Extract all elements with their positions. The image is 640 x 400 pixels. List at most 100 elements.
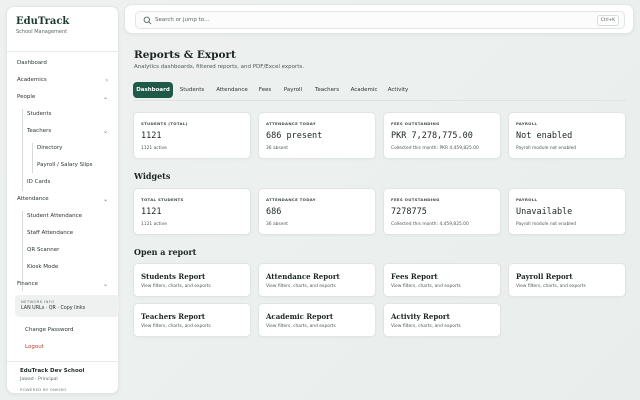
report-title: Fees Report: [391, 272, 438, 281]
chevron-icon: ⌄: [102, 128, 108, 135]
sidebar-item[interactable]: Payroll / Salary Slips: [11, 157, 116, 174]
report-title: Teachers Report: [141, 312, 206, 321]
chevron-icon: ⌄: [102, 94, 108, 101]
page-subtitle: Analytics dashboards, filtered reports, …: [134, 64, 305, 70]
sidebar-item-label: Staff Attendance: [27, 230, 74, 236]
report-title: Academic Report: [266, 312, 334, 321]
report-description: View filters, charts, and exports: [391, 284, 461, 289]
sidebar-item-label: Teachers: [27, 128, 52, 134]
tab-payroll[interactable]: Payroll: [278, 82, 308, 98]
stat-value: 7278775: [391, 207, 427, 217]
network-info-label: NETWORK INFO: [21, 299, 55, 304]
school-name: EduTrack Dev School: [20, 368, 85, 374]
powered-by: POWERED BY ONKIRO: [20, 387, 67, 392]
sidebar-item[interactable]: Student Attendance: [11, 208, 116, 225]
stat-note: 36 absent: [266, 146, 288, 151]
network-info[interactable]: NETWORK INFO LAN URLs · QR · Copy links: [15, 295, 119, 317]
sidebar-item-label: Student Attendance: [27, 213, 83, 219]
sidebar-item[interactable]: People ⌄: [11, 89, 116, 106]
sidebar-item[interactable]: QR Scanner: [11, 242, 116, 259]
report-card[interactable]: Attendance Report View filters, charts, a…: [258, 263, 376, 297]
sidebar-item-label: Students: [27, 111, 52, 117]
report-title: Payroll Report: [516, 272, 573, 281]
search-placeholder: Search or jump to…: [155, 17, 210, 23]
page-title: Reports & Export: [134, 49, 236, 61]
app-title: EduTrack: [16, 16, 70, 27]
report-card[interactable]: Fees Report View filters, charts, and exp…: [383, 263, 501, 297]
stat-note: 1121 active: [141, 146, 167, 151]
network-info-value: LAN URLs · QR · Copy links: [21, 306, 86, 311]
sidebar-item[interactable]: Students: [11, 106, 116, 123]
stat-label: PAYROLL: [516, 121, 538, 126]
sidebar-item-label: Academics: [17, 77, 47, 83]
stat-label: FEES OUTSTANDING: [391, 197, 440, 202]
sidebar-item-label: Payroll / Salary Slips: [37, 162, 93, 168]
sidebar-item-label: ID Cards: [27, 179, 51, 185]
chevron-icon: ⌄: [102, 281, 108, 288]
brand: EduTrack School Management: [16, 16, 69, 35]
tab-attendance[interactable]: Attendance: [212, 82, 252, 98]
sidebar-item-label: Dashboard: [17, 60, 47, 66]
report-card[interactable]: Academic Report View filters, charts, and…: [258, 303, 376, 337]
stat-value: Unavailable: [516, 207, 573, 217]
tab-students[interactable]: Students: [175, 82, 209, 98]
stat-note: Collected this month: 4,459,825.00: [391, 222, 469, 227]
stat-card: PAYROLL Unavailable Payroll module not ena…: [508, 188, 626, 235]
divider: [7, 51, 118, 52]
tab-dashboard[interactable]: Dashboard: [133, 82, 173, 98]
tab-academic[interactable]: Academic: [346, 82, 382, 98]
stat-card: TOTAL STUDENTS 1121 1121 active: [133, 188, 251, 235]
user-role: Jawad · Principal: [20, 377, 58, 382]
sidebar-item[interactable]: Directory: [11, 140, 116, 157]
stat-note: Payroll module not enabled: [516, 222, 577, 227]
search-input[interactable]: Search or jump to… Ctrl+K: [135, 11, 625, 29]
tab-fees[interactable]: Fees: [254, 82, 276, 98]
stat-value: Not enabled: [516, 131, 573, 141]
report-title: Students Report: [141, 272, 206, 281]
stat-card: FEES OUTSTANDING PKR 7,278,775.00 Collecte…: [383, 112, 501, 159]
chevron-icon: ›: [105, 77, 108, 84]
stat-label: ATTENDANCE TODAY: [266, 121, 316, 126]
report-title: Activity Report: [391, 312, 450, 321]
sidebar-item[interactable]: ID Cards: [11, 174, 116, 191]
tab-activity[interactable]: Activity: [384, 82, 412, 98]
stat-value: 1121: [141, 207, 162, 217]
sidebar-item[interactable]: Teachers ⌄: [11, 123, 116, 140]
stat-card: ATTENDANCE TODAY 686 present 36 absent: [258, 112, 376, 159]
tab-teachers[interactable]: Teachers: [310, 82, 344, 98]
sidebar: EduTrack School Management Dashboard Acad…: [6, 6, 119, 394]
report-card[interactable]: Payroll Report View filters, charts, and …: [508, 263, 626, 297]
stat-card: PAYROLL Not enabled Payroll module not ena…: [508, 112, 626, 159]
sidebar-item-label: Finance: [17, 281, 39, 287]
stat-label: PAYROLL: [516, 197, 538, 202]
sidebar-item[interactable]: Attendance ⌄: [11, 191, 116, 208]
sidebar-item[interactable]: Academics ›: [11, 72, 116, 89]
stat-value: 1121: [141, 131, 162, 141]
sidebar-item[interactable]: Staff Attendance: [11, 225, 116, 242]
stat-note: 36 absent: [266, 222, 288, 227]
report-card[interactable]: Teachers Report View filters, charts, and…: [133, 303, 251, 337]
sidebar-item[interactable]: Dashboard: [11, 55, 116, 72]
report-description: View filters, charts, and exports: [266, 324, 336, 329]
sidebar-item-label: QR Scanner: [27, 247, 60, 253]
stat-label: FEES OUTSTANDING: [391, 121, 440, 126]
shortcut-badge: Ctrl+K: [596, 15, 619, 26]
stat-note: Payroll module not enabled: [516, 146, 577, 151]
stat-card: STUDENTS (TOTAL) 1121 1121 active: [133, 112, 251, 159]
report-card[interactable]: Activity Report View filters, charts, and…: [383, 303, 501, 337]
report-title: Attendance Report: [266, 272, 340, 281]
sidebar-item[interactable]: Finance ⌄: [11, 276, 116, 291]
stat-note: Collected this month: PKR 4,459,825.00: [391, 146, 479, 151]
stat-label: ATTENDANCE TODAY: [266, 197, 316, 202]
app-subtitle: School Management: [16, 29, 68, 35]
logout-link[interactable]: Logout: [25, 344, 44, 350]
sidebar-item[interactable]: Kiosk Mode: [11, 259, 116, 276]
report-description: View filters, charts, and exports: [391, 324, 461, 329]
stat-card: ATTENDANCE TODAY 686 36 absent: [258, 188, 376, 235]
change-password-link[interactable]: Change Password: [25, 327, 74, 333]
report-description: View filters, charts, and exports: [141, 284, 211, 289]
divider: [7, 361, 118, 362]
sidebar-item-label: People: [17, 94, 36, 100]
report-description: View filters, charts, and exports: [516, 284, 586, 289]
report-card[interactable]: Students Report View filters, charts, and…: [133, 263, 251, 297]
